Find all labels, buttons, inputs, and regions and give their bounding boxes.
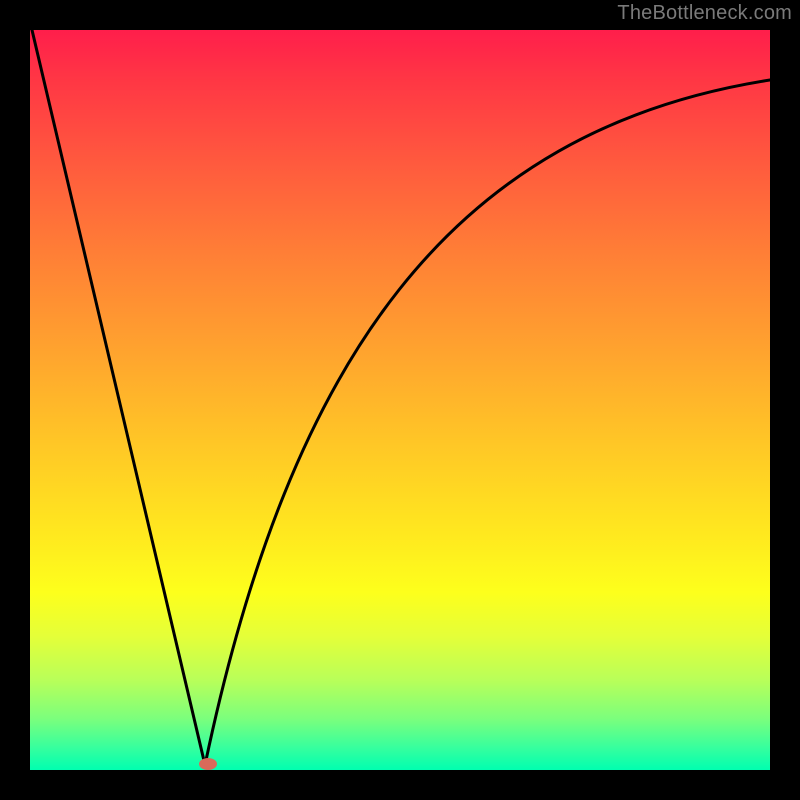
bottleneck-curve: [30, 30, 770, 770]
curve-path: [32, 30, 770, 765]
minimum-marker: [199, 758, 217, 770]
chart-frame: TheBottleneck.com: [0, 0, 800, 800]
watermark-text: TheBottleneck.com: [617, 2, 792, 25]
plot-area: [30, 30, 770, 770]
